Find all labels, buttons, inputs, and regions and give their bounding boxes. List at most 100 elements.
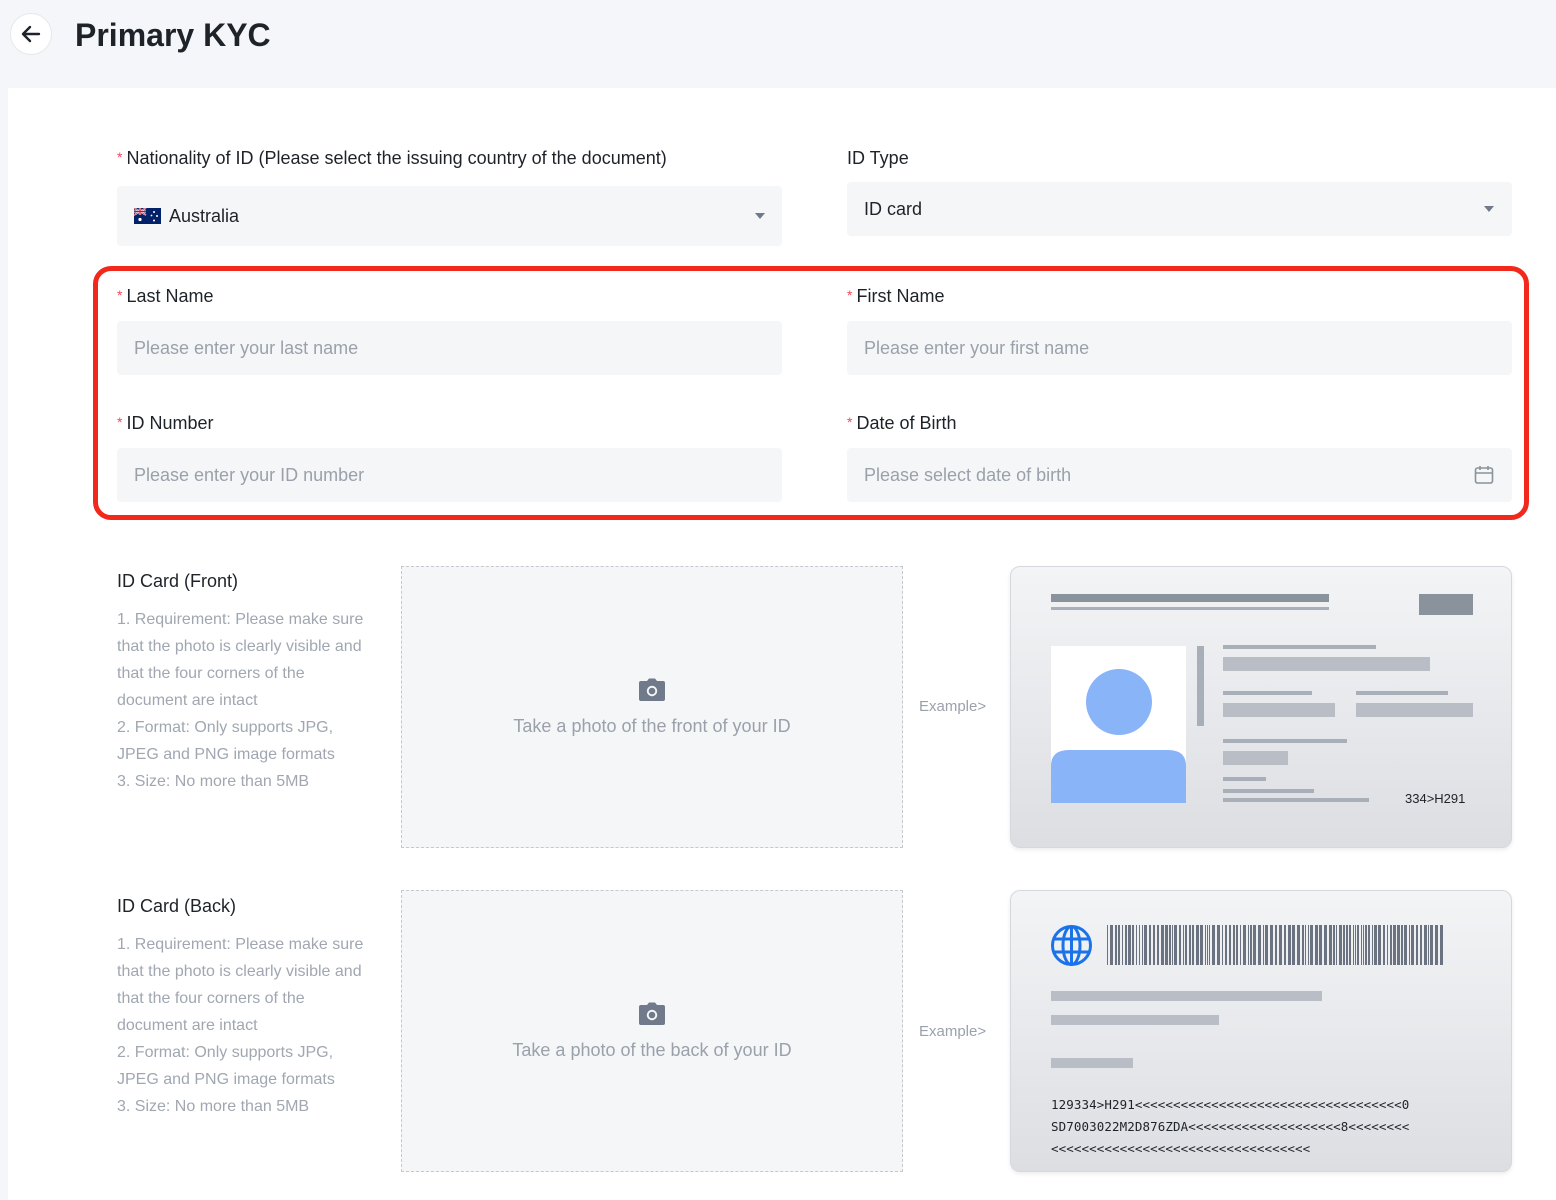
barcode-bar [1236, 925, 1238, 965]
australia-flag-icon [134, 208, 161, 224]
last-name-input[interactable]: Please enter your last name [117, 321, 782, 375]
barcode-bar [1185, 925, 1187, 965]
card-code: 334>H291 [1405, 791, 1466, 806]
barcode-bar [1183, 925, 1184, 965]
barcode-bar [1401, 925, 1403, 965]
barcode-bar [1250, 925, 1252, 965]
barcode-bar [1297, 925, 1300, 965]
barcode-bar [1118, 925, 1120, 965]
barcode-bar [1305, 925, 1306, 965]
barcode-bar [1420, 925, 1422, 965]
back-button[interactable] [10, 13, 52, 55]
camera-icon [639, 1002, 665, 1025]
barcode-bar [1128, 925, 1131, 965]
required-mark: * [117, 149, 123, 165]
barcode-bar [1339, 925, 1342, 965]
dob-label: * Date of Birth [847, 411, 957, 435]
barcode-bar [1397, 925, 1400, 965]
calendar-icon[interactable] [1474, 465, 1494, 485]
back-requirement-3: 3. Size: No more than 5MB [117, 1098, 310, 1115]
barcode-bar [1275, 925, 1277, 965]
barcode-bar [1174, 925, 1177, 965]
barcode-bar [1329, 925, 1332, 965]
front-requirements: 1. Requirement: Please make sure that th… [117, 606, 377, 795]
back-upload-text: Take a photo of the back of your ID [512, 1039, 792, 1060]
front-requirement-3: 3. Size: No more than 5MB [117, 773, 310, 790]
barcode-bar [1258, 925, 1261, 965]
last-name-label: * Last Name [117, 284, 214, 308]
barcode-bar [1165, 925, 1168, 965]
barcode-bar [1107, 925, 1108, 965]
barcode-bar [1209, 925, 1210, 965]
barcode-bar [1440, 925, 1443, 965]
barcode-bar [1110, 925, 1113, 965]
id-type-label: ID Type [847, 148, 909, 168]
barcode-bar [1365, 925, 1367, 965]
first-name-label: * First Name [847, 284, 944, 308]
barcode-bar [1302, 925, 1304, 965]
card-line [1223, 657, 1430, 671]
front-requirement-2: 2. Format: Only supports JPG, JPEG and P… [117, 719, 335, 763]
barcode-bar [1411, 925, 1414, 965]
id-type-select[interactable]: ID card [847, 182, 1512, 236]
back-section-title: ID Card (Back) [117, 896, 237, 916]
required-mark: * [847, 414, 853, 430]
id-type-value: ID card [864, 198, 923, 219]
barcode-bar [1169, 925, 1171, 965]
card-line [1051, 594, 1329, 602]
card-line [1223, 777, 1266, 781]
barcode-bar [1217, 925, 1220, 965]
last-name-label-text: Last Name [126, 286, 214, 306]
card-line [1051, 991, 1322, 1001]
barcode-bar [1374, 925, 1377, 965]
barcode-bar [1149, 925, 1151, 965]
card-line [1051, 607, 1329, 610]
id-number-input[interactable]: Please enter your ID number [117, 448, 782, 502]
back-upload-area[interactable]: Take a photo of the back of your ID [401, 890, 903, 1172]
card-line [1223, 739, 1347, 743]
back-requirement-1: 1. Requirement: Please make sure that th… [117, 936, 364, 1034]
barcode-bar [1192, 925, 1194, 965]
front-example-link[interactable]: Example> [919, 698, 986, 715]
dob-picker[interactable]: Please select date of birth [847, 448, 1512, 502]
barcode-bar [1153, 925, 1155, 965]
barcode-bar [1122, 925, 1123, 965]
id-number-label: * ID Number [117, 411, 213, 435]
barcode-bar [1310, 925, 1313, 965]
barcode-bar [1353, 925, 1354, 965]
barcode-bar [1349, 925, 1351, 965]
card-line [1051, 1058, 1133, 1068]
barcode-bar [1424, 925, 1427, 965]
barcode-bar [1292, 925, 1295, 965]
card-line [1051, 1015, 1219, 1025]
barcode-bar [1248, 925, 1249, 965]
barcode-bar [1409, 925, 1410, 965]
nationality-label: * Nationality of ID (Please select the is… [117, 146, 667, 170]
back-requirement-2: 2. Format: Only supports JPG, JPEG and P… [117, 1044, 335, 1088]
barcode-bar [1142, 925, 1143, 965]
barcode-bar [1393, 925, 1396, 965]
last-name-placeholder: Please enter your last name [134, 337, 359, 358]
barcode-bar [1205, 925, 1206, 965]
barcode-bar [1136, 925, 1137, 965]
barcode-bar [1263, 925, 1264, 965]
first-name-input[interactable]: Please enter your first name [847, 321, 1512, 375]
barcode-bar [1390, 925, 1392, 965]
card-photo [1051, 646, 1186, 803]
card-line [1223, 691, 1312, 695]
barcode-bar [1361, 925, 1362, 965]
barcode-bar [1139, 925, 1140, 965]
barcode-bar [1240, 925, 1241, 965]
nationality-value: Australia [169, 205, 240, 226]
barcode-bar [1404, 925, 1407, 965]
nationality-select[interactable]: Australia [117, 186, 782, 246]
card-line [1223, 789, 1314, 793]
barcode-bar [1315, 925, 1318, 965]
barcode-bar [1157, 925, 1159, 965]
mrz-line-1: 129334>H291<<<<<<<<<<<<<<<<<<<<<<<<<<<<<… [1051, 1097, 1410, 1112]
back-example-link[interactable]: Example> [919, 1023, 986, 1040]
barcode-bar [1284, 925, 1286, 965]
page-title: Primary KYC [75, 17, 271, 53]
barcode-bar [1243, 925, 1246, 965]
front-upload-area[interactable]: Take a photo of the front of your ID [401, 566, 903, 848]
